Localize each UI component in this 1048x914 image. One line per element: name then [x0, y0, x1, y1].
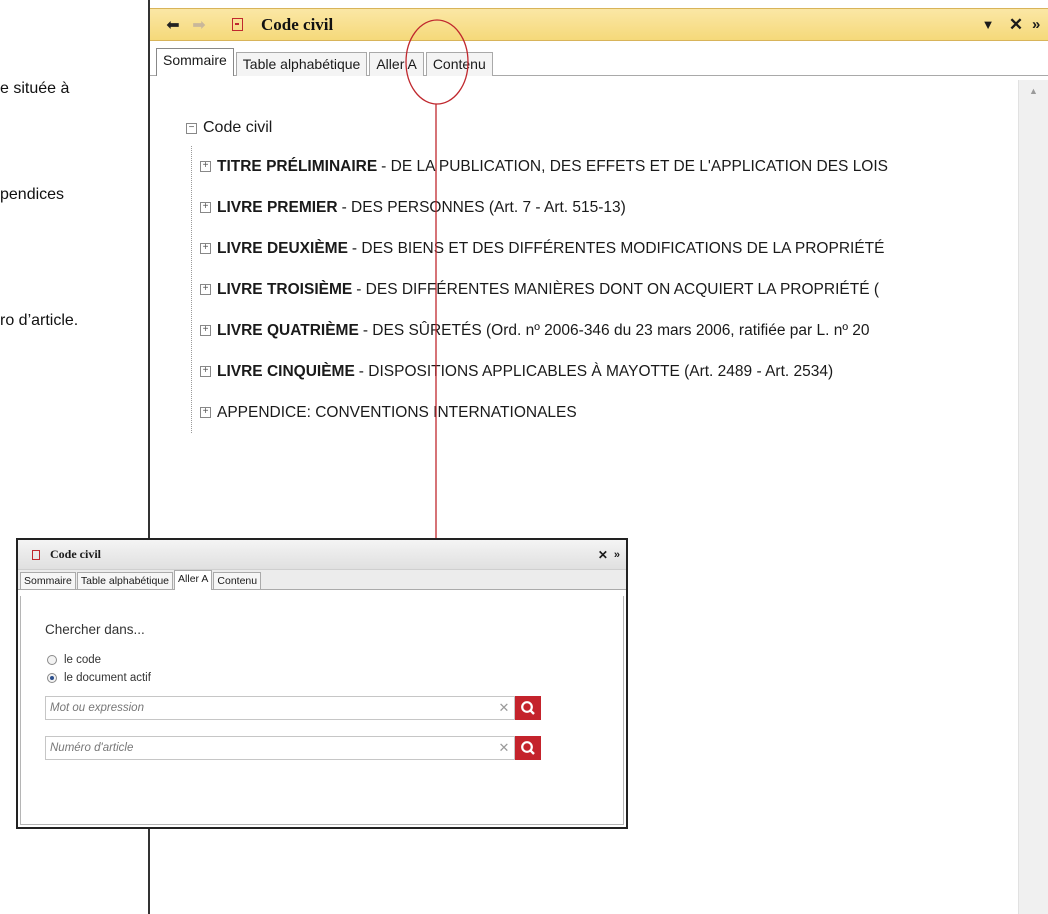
tree-item-livre-quatrieme[interactable]: + LIVRE QUATRIÈME - DES SÛRETÉS (Ord. nº… [192, 310, 888, 351]
aller-a-body: Chercher dans... le code le document act… [20, 596, 624, 825]
tree-item-heading: LIVRE TROISIÈME [217, 280, 353, 298]
tree-item-heading: LIVRE CINQUIÈME [217, 362, 355, 380]
tree-item-appendice[interactable]: + APPENDICE: CONVENTIONS INTERNATIONALES [192, 392, 888, 433]
window-titlebar: ⬅ ➡ Code civil ▼ ✕ » [150, 8, 1048, 41]
tab-strip: Sommaire Table alphabétique Aller A Cont… [156, 48, 495, 76]
inset-tab-strip: Sommaire Table alphabétique Aller A Cont… [18, 570, 626, 590]
tree-item-livre-cinquieme[interactable]: + LIVRE CINQUIÈME - DISPOSITIONS APPLICA… [192, 351, 888, 392]
radio-button-selected[interactable] [47, 673, 57, 683]
tree-item-description: - DES PERSONNES (Art. 7 - Art. 515-13) [341, 198, 626, 216]
tree-item-livre-troisieme[interactable]: + LIVRE TROISIÈME - DES DIFFÉRENTES MANI… [192, 269, 888, 310]
tree-item-description: APPENDICE: CONVENTIONS INTERNATIONALES [217, 403, 577, 421]
tree-root-label: Code civil [203, 119, 273, 136]
tab-contenu[interactable]: Contenu [213, 572, 262, 589]
search-icon [521, 701, 535, 715]
dropdown-icon[interactable]: ▼ [978, 17, 998, 32]
search-scope-label: Chercher dans... [45, 622, 145, 637]
side-text-2: pendices [0, 186, 65, 203]
table-of-contents-tree: − Code civil + TITRE PRÉLIMINAIRE - DE L… [186, 110, 888, 433]
expand-icon[interactable]: + [200, 202, 211, 213]
tab-aller-a[interactable]: Aller A [174, 570, 213, 590]
clear-icon[interactable]: ✕ [496, 700, 512, 716]
tab-aller-a[interactable]: Aller A [369, 52, 424, 76]
article-number-input[interactable] [46, 737, 496, 759]
tree-item-livre-deuxieme[interactable]: + LIVRE DEUXIÈME - DES BIENS ET DES DIFF… [192, 228, 888, 269]
tab-table-alphabetique[interactable]: Table alphabétique [76, 572, 174, 589]
side-text-1: e située à [0, 80, 70, 97]
forward-arrow-icon[interactable]: ➡ [188, 15, 210, 35]
radio-label: le code [64, 654, 102, 666]
scroll-up-icon[interactable]: ▲ [1029, 86, 1038, 96]
tree-item-description: - DE LA PUBLICATION, DES EFFETS ET DE L'… [381, 157, 889, 175]
article-search-field[interactable]: ✕ [45, 736, 515, 760]
back-arrow-icon[interactable]: ⬅ [162, 15, 184, 35]
collapse-icon[interactable]: − [186, 122, 197, 134]
tree-item-description: - DES BIENS ET DES DIFFÉRENTES MODIFICAT… [351, 239, 885, 257]
expand-icon[interactable]: + [200, 284, 211, 295]
side-text-3: ro d’article. [0, 312, 79, 329]
vertical-scrollbar[interactable]: ▲ [1018, 80, 1048, 914]
inset-titlebar: Code civil ✕ » [18, 540, 626, 570]
tree-item-heading: TITRE PRÉLIMINAIRE [217, 157, 378, 175]
window-title: Code civil [261, 14, 334, 34]
expand-icon[interactable]: + [200, 407, 211, 418]
radio-le-code[interactable]: le code [47, 654, 101, 666]
tree-item-description: - DES SÛRETÉS (Ord. nº 2006-346 du 23 ma… [362, 321, 870, 339]
document-icon [32, 549, 40, 560]
radio-label: le document actif [64, 672, 151, 684]
radio-button[interactable] [47, 655, 57, 665]
tree-item-heading: LIVRE QUATRIÈME [217, 321, 359, 339]
expand-icon[interactable]: + [200, 325, 211, 336]
tab-table-alphabetique[interactable]: Table alphabétique [235, 52, 368, 76]
tree-children: + TITRE PRÉLIMINAIRE - DE LA PUBLICATION… [191, 146, 888, 433]
word-search-input[interactable] [46, 697, 496, 719]
word-search-field[interactable]: ✕ [45, 696, 515, 720]
word-search-button[interactable] [515, 696, 541, 720]
tree-item-description: - DES DIFFÉRENTES MANIÈRES DONT ON ACQUI… [356, 280, 880, 298]
tree-root[interactable]: − Code civil [186, 110, 888, 146]
expand-icon[interactable]: + [200, 366, 211, 377]
tree-item-description: - DISPOSITIONS APPLICABLES À MAYOTTE (Ar… [358, 362, 834, 380]
expand-icon[interactable]: + [200, 243, 211, 254]
tab-sommaire[interactable]: Sommaire [156, 48, 234, 76]
inset-window-title: Code civil [50, 547, 101, 561]
close-icon[interactable]: ✕ [1006, 15, 1026, 35]
article-search-button[interactable] [515, 736, 541, 760]
radio-le-document-actif[interactable]: le document actif [47, 672, 151, 684]
tab-contenu[interactable]: Contenu [425, 52, 493, 76]
tree-item-heading: LIVRE PREMIER [217, 198, 338, 216]
close-icon[interactable]: ✕ [598, 548, 608, 562]
overflow-chevron-icon[interactable]: » [614, 549, 620, 561]
aller-a-panel: Code civil ✕ » Sommaire Table alphabétiq… [16, 538, 628, 829]
search-icon [521, 741, 535, 755]
tree-item-heading: LIVRE DEUXIÈME [217, 239, 348, 257]
expand-icon[interactable]: + [200, 161, 211, 172]
tree-item-livre-premier[interactable]: + LIVRE PREMIER - DES PERSONNES (Art. 7 … [192, 187, 888, 228]
tree-item-titre-preliminaire[interactable]: + TITRE PRÉLIMINAIRE - DE LA PUBLICATION… [192, 146, 888, 187]
document-icon [232, 18, 243, 31]
overflow-chevron-icon[interactable]: » [1032, 16, 1048, 33]
clear-icon[interactable]: ✕ [496, 740, 512, 756]
tab-sommaire[interactable]: Sommaire [20, 572, 76, 589]
